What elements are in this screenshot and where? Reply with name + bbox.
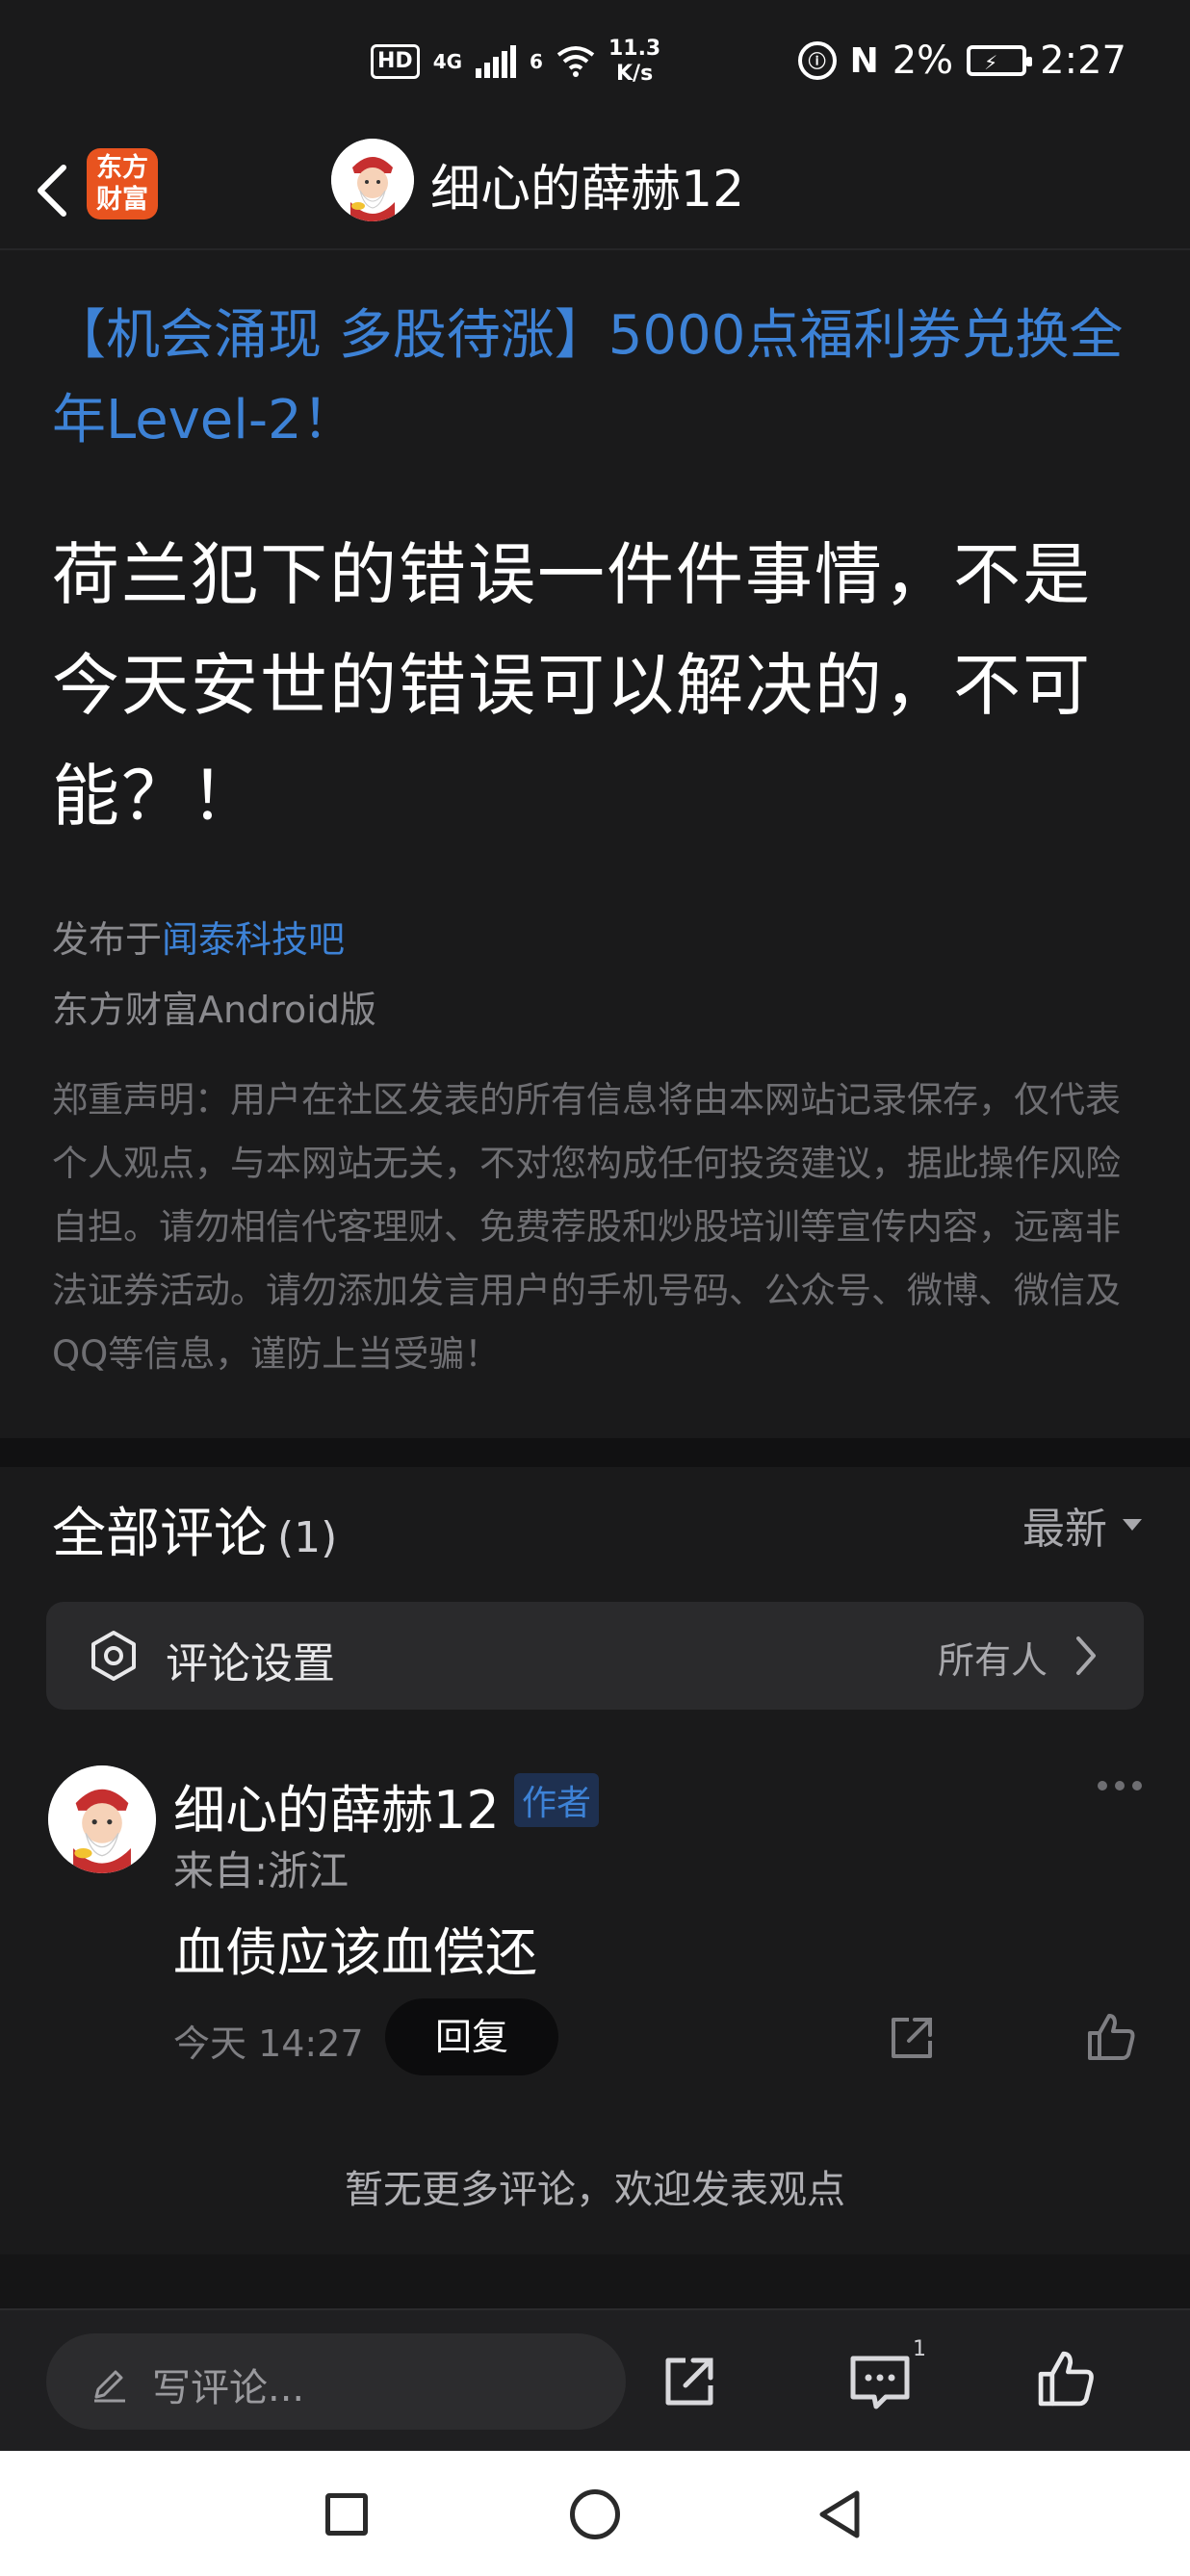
section-divider-bottom <box>0 2254 1190 2310</box>
thumbs-up-icon[interactable] <box>1084 2010 1138 2064</box>
app-logo-line2: 财富 <box>96 185 148 215</box>
author-avatar[interactable] <box>331 139 414 221</box>
recents-icon[interactable] <box>325 2493 368 2536</box>
comment-time: 今天 14:27 <box>173 2022 364 2065</box>
fortune-god-avatar-icon <box>48 1765 156 1873</box>
write-comment-placeholder: 写评论... <box>152 2366 305 2410</box>
section-divider <box>0 1438 1190 1467</box>
published-in: 发布于闻泰科技吧 <box>52 910 345 963</box>
back-arrow-icon[interactable] <box>27 152 85 229</box>
net-speed: 11.3 K/s <box>608 37 660 87</box>
author-badge: 作者 <box>514 1773 600 1827</box>
forum-link[interactable]: 闻泰科技吧 <box>162 918 345 961</box>
comment-settings-label: 评论设置 <box>166 1639 335 1688</box>
sort-dropdown[interactable]: 最新 <box>1022 1494 1142 1556</box>
system-back-icon[interactable] <box>815 2487 865 2541</box>
comment-settings-row[interactable]: 评论设置 所有人 <box>46 1602 1144 1710</box>
comment-text: 血债应该血偿还 <box>173 1922 537 1983</box>
fortune-god-avatar-icon <box>331 139 414 221</box>
comments-header: 全部评论 (1) <box>52 1490 337 1568</box>
no-more-comments: 暂无更多评论，欢迎发表观点 <box>345 2168 845 2212</box>
comments-title: 全部评论 <box>52 1503 268 1565</box>
battery-icon: ⚡ <box>967 45 1033 76</box>
pen-icon <box>94 2370 125 2403</box>
top-nav: 东方 财富 细心的薛赫12 <box>0 131 1190 250</box>
app-logo[interactable]: 东方 财富 <box>87 148 158 219</box>
comment-count: 1 <box>913 2337 926 2361</box>
share-icon[interactable] <box>659 2351 720 2412</box>
more-options-icon[interactable] <box>1098 1781 1142 1790</box>
status-indicators: HD 4G 6 11.3 K/s <box>371 37 660 87</box>
bottom-action-bar: 写评论... 1 <box>0 2308 1190 2451</box>
net-speed-unit: K/s <box>616 62 654 86</box>
data-saver-icon: ⓘ <box>797 41 837 80</box>
app-logo-line1: 东方 <box>96 153 148 183</box>
wifi-icon <box>556 46 595 77</box>
write-comment-input[interactable]: 写评论... <box>46 2333 626 2430</box>
status-right: ⓘ N 2% ⚡ 2:27 <box>797 39 1126 83</box>
commenter-avatar[interactable] <box>48 1765 156 1873</box>
promo-link[interactable]: 【机会涌现 多股待涨】5000点福利券兑换全年Level-2！ <box>52 294 1140 463</box>
comment-location: 来自:浙江 <box>173 1847 349 1894</box>
nav-title[interactable]: 细心的薛赫12 <box>430 148 744 220</box>
disclaimer: 郑重声明：用户在社区发表的所有信息将由本网站记录保存，仅代表个人观点，与本网站无… <box>52 1079 1121 1375</box>
comment-settings-value: 所有人 <box>937 1639 1048 1682</box>
network-type-label: 4G <box>432 50 463 73</box>
reply-button[interactable]: 回复 <box>385 1998 558 2075</box>
comments-count: (1) <box>277 1513 338 1562</box>
post-title: 荷兰犯下的错误一件件事情，不是今天安世的错误可以解决的，不可能？！ <box>52 535 1092 836</box>
home-icon[interactable] <box>570 2489 620 2539</box>
signal-icon <box>476 45 517 78</box>
hd-icon: HD <box>371 44 420 79</box>
commenter-name[interactable]: 细心的薛赫12 <box>173 1767 500 1843</box>
caret-down-icon <box>1123 1519 1142 1531</box>
client-source: 东方财富Android版 <box>52 989 376 1031</box>
thumbs-up-icon[interactable] <box>1034 2347 1098 2410</box>
battery-percent: 2% <box>892 39 954 83</box>
system-nav-bar <box>0 2451 1190 2576</box>
nfc-icon: N <box>849 40 879 81</box>
sort-label: 最新 <box>1022 1505 1107 1554</box>
comment-icon[interactable] <box>847 2351 913 2412</box>
net-speed-value: 11.3 <box>608 37 661 61</box>
published-prefix: 发布于 <box>52 918 163 961</box>
clock: 2:27 <box>1040 39 1126 83</box>
gear-icon <box>91 1631 136 1681</box>
share-icon[interactable] <box>886 2012 938 2064</box>
chevron-right-icon <box>1076 1636 1096 1675</box>
status-bar: HD 4G 6 11.3 K/s ⓘ N 2% ⚡ 2:27 <box>0 0 1190 131</box>
wifi-type-label: 6 <box>530 50 543 73</box>
